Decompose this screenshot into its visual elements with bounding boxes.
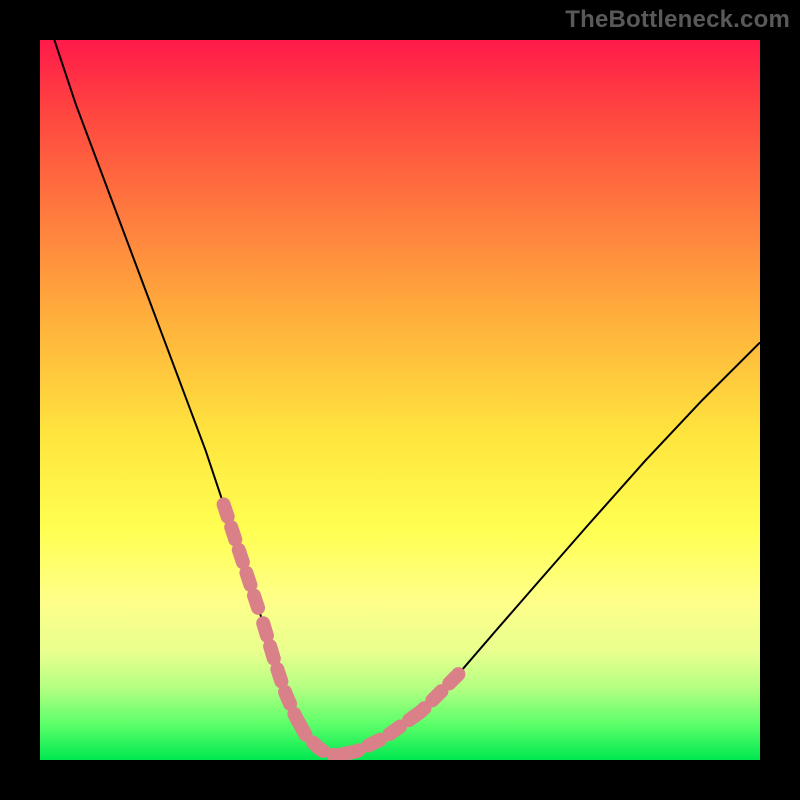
dotted-segment — [414, 671, 461, 716]
plot-area — [40, 40, 760, 760]
dotted-band — [224, 504, 462, 755]
dotted-segment — [299, 723, 346, 755]
chart-svg — [40, 40, 760, 760]
bottleneck-curve — [54, 40, 760, 756]
chart-frame: TheBottleneck.com — [0, 0, 800, 800]
dotted-segment — [224, 504, 260, 612]
watermark-text: TheBottleneck.com — [565, 6, 790, 34]
dotted-segment — [263, 623, 299, 723]
dotted-segment — [346, 716, 414, 753]
